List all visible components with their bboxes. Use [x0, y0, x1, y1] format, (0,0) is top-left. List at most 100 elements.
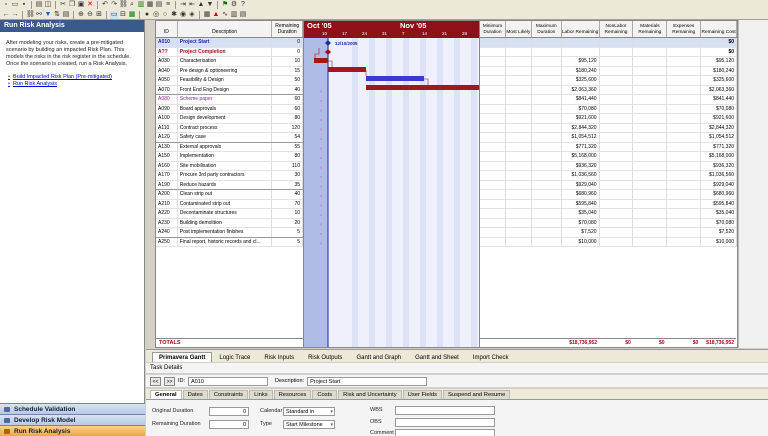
column-header-description[interactable]: Description: [178, 21, 273, 37]
table-row[interactable]: A130 External approvals 55: [156, 142, 303, 152]
table-row[interactable]: $929,040 $929,040: [480, 180, 738, 190]
wbs-field[interactable]: [395, 405, 495, 415]
link-tasks-icon[interactable]: ⛓: [26, 11, 35, 19]
filter-icon[interactable]: ▼: [44, 11, 52, 19]
column-header-expenses-remaining[interactable]: Expenses Remaining: [667, 21, 702, 37]
target-icon[interactable]: ◎: [152, 11, 160, 19]
tab-gantt-and-graph[interactable]: Gantt and Graph: [349, 352, 408, 362]
original-duration-field[interactable]: 0: [209, 406, 249, 416]
tab-general[interactable]: General: [150, 390, 182, 399]
table-row[interactable]: A170 Procure 3rd party contractors 30: [156, 171, 303, 181]
analysis-icon[interactable]: ▥: [230, 11, 238, 19]
tab-risk-inputs[interactable]: Risk Inputs: [257, 352, 301, 362]
table-row[interactable]: A240 Post implementation finishes 5: [156, 228, 303, 238]
gantt-canvas[interactable]: 12/10/2005: [304, 38, 480, 348]
tab-risk-and-uncertainty[interactable]: Risk and Uncertainty: [338, 390, 402, 399]
table-row[interactable]: A200 Clean strip out 40: [156, 190, 303, 200]
table-row[interactable]: A080 Scheme paper 60: [156, 95, 303, 105]
gantt-view-icon[interactable]: ▭: [110, 11, 118, 19]
report-icon[interactable]: ▤: [239, 11, 247, 19]
distribution-icon[interactable]: ∿: [221, 11, 229, 19]
tab-user-fields[interactable]: User Fields: [402, 390, 442, 399]
tab-resources[interactable]: Resources: [273, 390, 312, 399]
copy-icon[interactable]: ❐: [68, 1, 76, 9]
obs-field[interactable]: [395, 417, 495, 427]
type-select[interactable]: Start Milestone ▾: [283, 419, 335, 429]
comment-field[interactable]: [395, 428, 495, 436]
column-header-nonlabor-remaining[interactable]: NonLabor Remaining: [600, 21, 634, 37]
table-row[interactable]: $35,040 $35,040: [480, 209, 738, 219]
record-icon[interactable]: ●: [143, 11, 151, 19]
sheet-view-icon[interactable]: ▦: [128, 11, 136, 19]
table-row[interactable]: A010 Project Start 0: [156, 38, 303, 48]
open-icon[interactable]: ▭: [11, 1, 19, 9]
nav-develop-risk-model[interactable]: Develop Risk Model: [0, 414, 145, 425]
table-row[interactable]: $921,600 $921,600: [480, 114, 738, 124]
fit-icon[interactable]: ⊞: [95, 11, 103, 19]
table-row[interactable]: $841,440 $841,440: [480, 95, 738, 105]
table-row[interactable]: $95,120 $95,120: [480, 57, 738, 67]
table-row[interactable]: $771,320 $771,320: [480, 142, 738, 152]
table-row[interactable]: $7,520 $7,520: [480, 228, 738, 238]
calendar-icon[interactable]: ▦: [203, 11, 211, 19]
help-icon[interactable]: ?: [239, 1, 247, 9]
table-row[interactable]: $0: [480, 38, 738, 48]
arrow-left-icon[interactable]: ←: [2, 11, 10, 19]
sort-icon[interactable]: ⇅: [53, 11, 61, 19]
indent-icon[interactable]: ⇥: [179, 1, 187, 9]
find-icon[interactable]: ⌕: [128, 1, 136, 9]
table-row[interactable]: $180,240 $180,240: [480, 66, 738, 76]
star-icon[interactable]: ✱: [170, 11, 178, 19]
tab-primavera-gantt[interactable]: Primavera Gantt: [152, 352, 213, 362]
zoom-out-icon[interactable]: ⊖: [86, 11, 94, 19]
save-icon[interactable]: ▪: [20, 1, 28, 9]
table-row[interactable]: A070 Front End Eng Design 40: [156, 85, 303, 95]
grid-icon[interactable]: ▦: [146, 1, 154, 9]
up-icon[interactable]: ▲: [197, 1, 205, 9]
table-row[interactable]: $936,320 $936,320: [480, 161, 738, 171]
table-row[interactable]: A110 Contract process 120: [156, 123, 303, 133]
table-row[interactable]: $680,960 $680,960: [480, 190, 738, 200]
tab-links[interactable]: Links: [249, 390, 273, 399]
table-row[interactable]: $70,080 $70,080: [480, 218, 738, 228]
table-row[interactable]: A220 Decontaminate structures 10: [156, 209, 303, 219]
table-row[interactable]: A100 Design development 80: [156, 114, 303, 124]
undo-icon[interactable]: ↶: [101, 1, 109, 9]
settings-icon[interactable]: ⚙: [230, 1, 238, 9]
column-header-labor-remaining[interactable]: Labor Remaining: [562, 21, 600, 37]
column-header-id[interactable]: ID: [156, 21, 178, 37]
column-header-remaining-duration[interactable]: Remaining Duration: [272, 21, 304, 37]
print-icon[interactable]: ▤: [35, 1, 43, 9]
next-task-button[interactable]: >>: [164, 376, 175, 386]
table-row[interactable]: A190 Reduce hazards 35: [156, 180, 303, 190]
table-row[interactable]: $70,080 $70,080: [480, 104, 738, 114]
preview-icon[interactable]: ◫: [44, 1, 52, 9]
column-header-minimum-duration[interactable]: Minimum Duration: [480, 21, 506, 37]
tab-import-check[interactable]: Import Check: [466, 352, 516, 362]
vertical-scroll-area[interactable]: [738, 20, 768, 348]
table-row[interactable]: A250 Final report, historic records and c…: [156, 237, 303, 247]
previous-task-button[interactable]: <<: [150, 376, 161, 386]
table-row[interactable]: $595,840 $595,840: [480, 199, 738, 209]
redo-icon[interactable]: ↷: [110, 1, 118, 9]
table-row[interactable]: A030 Characterisation 10: [156, 57, 303, 67]
column-header-remaining-cost[interactable]: Remaining Cost: [701, 21, 738, 37]
tab-gantt-and-sheet[interactable]: Gantt and Sheet: [408, 352, 466, 362]
column-header-most-likely[interactable]: Most Likely: [506, 21, 532, 37]
calendar-select[interactable]: Standard in ▾: [283, 406, 335, 416]
bars-icon[interactable]: ≡: [164, 1, 172, 9]
table-icon[interactable]: ▤: [155, 1, 163, 9]
tab-logic-trace[interactable]: Logic Trace: [212, 352, 257, 362]
table-row[interactable]: $2,844,320 $2,844,320: [480, 123, 738, 133]
table-row[interactable]: $1,036,560 $1,036,560: [480, 171, 738, 181]
nav-run-risk-analysis[interactable]: Run Risk Analysis: [0, 425, 145, 436]
table-row[interactable]: A090 Board approvals 60: [156, 104, 303, 114]
table-row[interactable]: A160 Site mobilisation 110: [156, 161, 303, 171]
run-risk-analysis-link[interactable]: • Run Risk Analysis: [8, 81, 136, 88]
tab-risk-outputs[interactable]: Risk Outputs: [301, 352, 349, 362]
down-icon[interactable]: ▼: [206, 1, 214, 9]
flag-icon[interactable]: ⚑: [221, 1, 229, 9]
table-row[interactable]: A210 Contaminated strip out 70: [156, 199, 303, 209]
remaining-duration-field[interactable]: 0: [209, 419, 249, 429]
id-field[interactable]: A010: [188, 376, 269, 386]
